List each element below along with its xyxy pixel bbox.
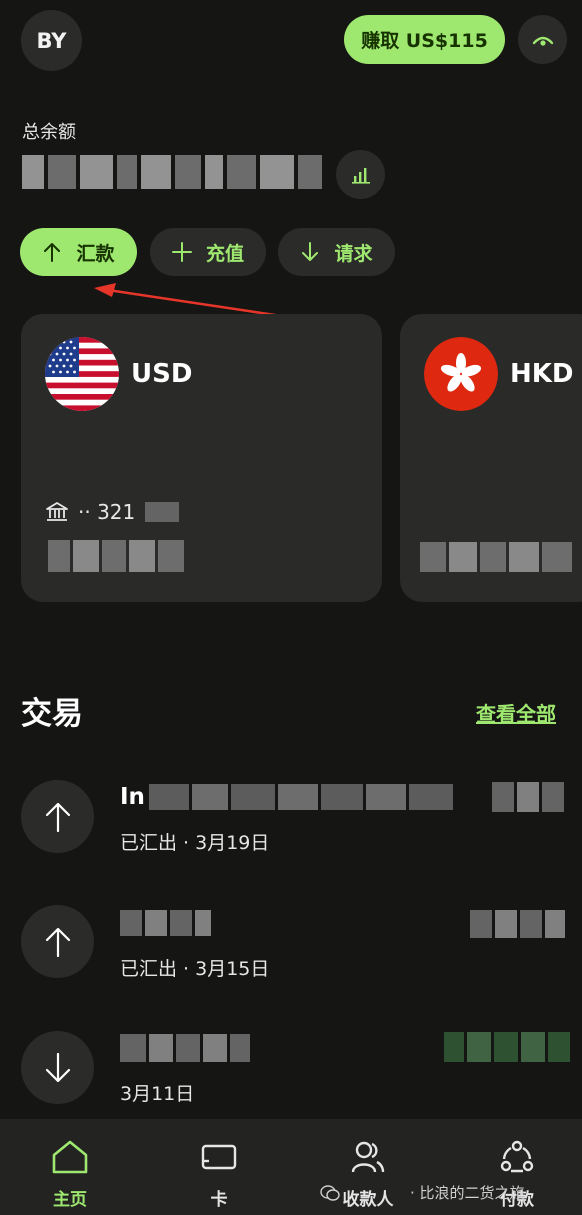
- bar-chart-icon: [351, 167, 370, 184]
- tx-name-partial: In: [120, 784, 145, 810]
- request-button[interactable]: 请求: [278, 228, 395, 276]
- arrow-up-icon: [45, 927, 70, 957]
- payments-icon: [500, 1140, 534, 1173]
- tx-status: 已汇出 · 3月15日: [120, 958, 270, 980]
- watermark: · 比浪的二货之旅: [320, 1182, 525, 1203]
- arrow-up-icon: [45, 802, 70, 832]
- hk-flag-icon: [424, 337, 498, 411]
- recipients-icon: [351, 1141, 385, 1173]
- request-label: 请求: [334, 242, 373, 265]
- tx-name[interactable]: In: [120, 784, 453, 810]
- tx-amount-masked: [492, 782, 564, 812]
- us-flag-icon: [45, 337, 119, 411]
- account-balance-masked: [48, 540, 184, 572]
- account-card-hkd[interactable]: HKD: [400, 314, 582, 602]
- transactions-title: 交易: [21, 696, 83, 732]
- balance-label: 总余额: [22, 122, 76, 143]
- tx-name-masked: [120, 910, 211, 936]
- tx-direction-icon: [21, 780, 94, 853]
- arrow-up-icon: [44, 243, 61, 262]
- nav-card-label: 卡: [210, 1190, 228, 1210]
- avatar[interactable]: BY: [21, 10, 82, 71]
- see-all-link[interactable]: 查看全部: [476, 698, 556, 727]
- balance-amount-masked: [22, 150, 322, 194]
- account-currency-code: HKD: [510, 359, 574, 389]
- tx-amount-masked: [444, 1032, 570, 1062]
- earn-reward-button[interactable]: 赚取 US$115: [344, 15, 505, 64]
- arrow-down-icon: [302, 242, 319, 261]
- eye-icon: [532, 36, 553, 46]
- account-currency-code: USD: [131, 359, 193, 389]
- tx-direction-icon: [21, 905, 94, 978]
- toggle-visibility-button[interactable]: [518, 15, 567, 64]
- watermark-text: · 比浪的二货之旅: [410, 1184, 525, 1202]
- nav-home-label: 主页: [53, 1190, 87, 1210]
- topup-label: 充值: [205, 242, 244, 265]
- plus-icon: [171, 242, 192, 262]
- home-icon: [52, 1140, 88, 1174]
- tx-name-masked: [120, 1034, 250, 1062]
- send-button[interactable]: 汇款: [20, 228, 137, 276]
- tx-amount-masked: [470, 910, 565, 938]
- tx-status: 3月11日: [120, 1083, 195, 1105]
- wechat-icon: [320, 1184, 340, 1201]
- nav-card[interactable]: 卡: [169, 1119, 269, 1215]
- tx-status: 已汇出 · 3月19日: [120, 832, 270, 854]
- balance-chart-button[interactable]: [336, 150, 385, 199]
- card-icon: [201, 1144, 237, 1170]
- tx-direction-icon: [21, 1031, 94, 1104]
- nav-home[interactable]: 主页: [20, 1119, 120, 1215]
- account-bank-line: ·· 321: [46, 500, 180, 524]
- arrow-down-icon: [45, 1052, 70, 1082]
- topup-button[interactable]: 充值: [150, 228, 266, 276]
- account-balance-masked: [420, 542, 572, 572]
- send-label: 汇款: [76, 242, 115, 265]
- bank-icon: [46, 502, 68, 521]
- account-number-partial: ·· 321: [78, 500, 136, 524]
- account-card-usd[interactable]: USD ·· 321: [21, 314, 382, 602]
